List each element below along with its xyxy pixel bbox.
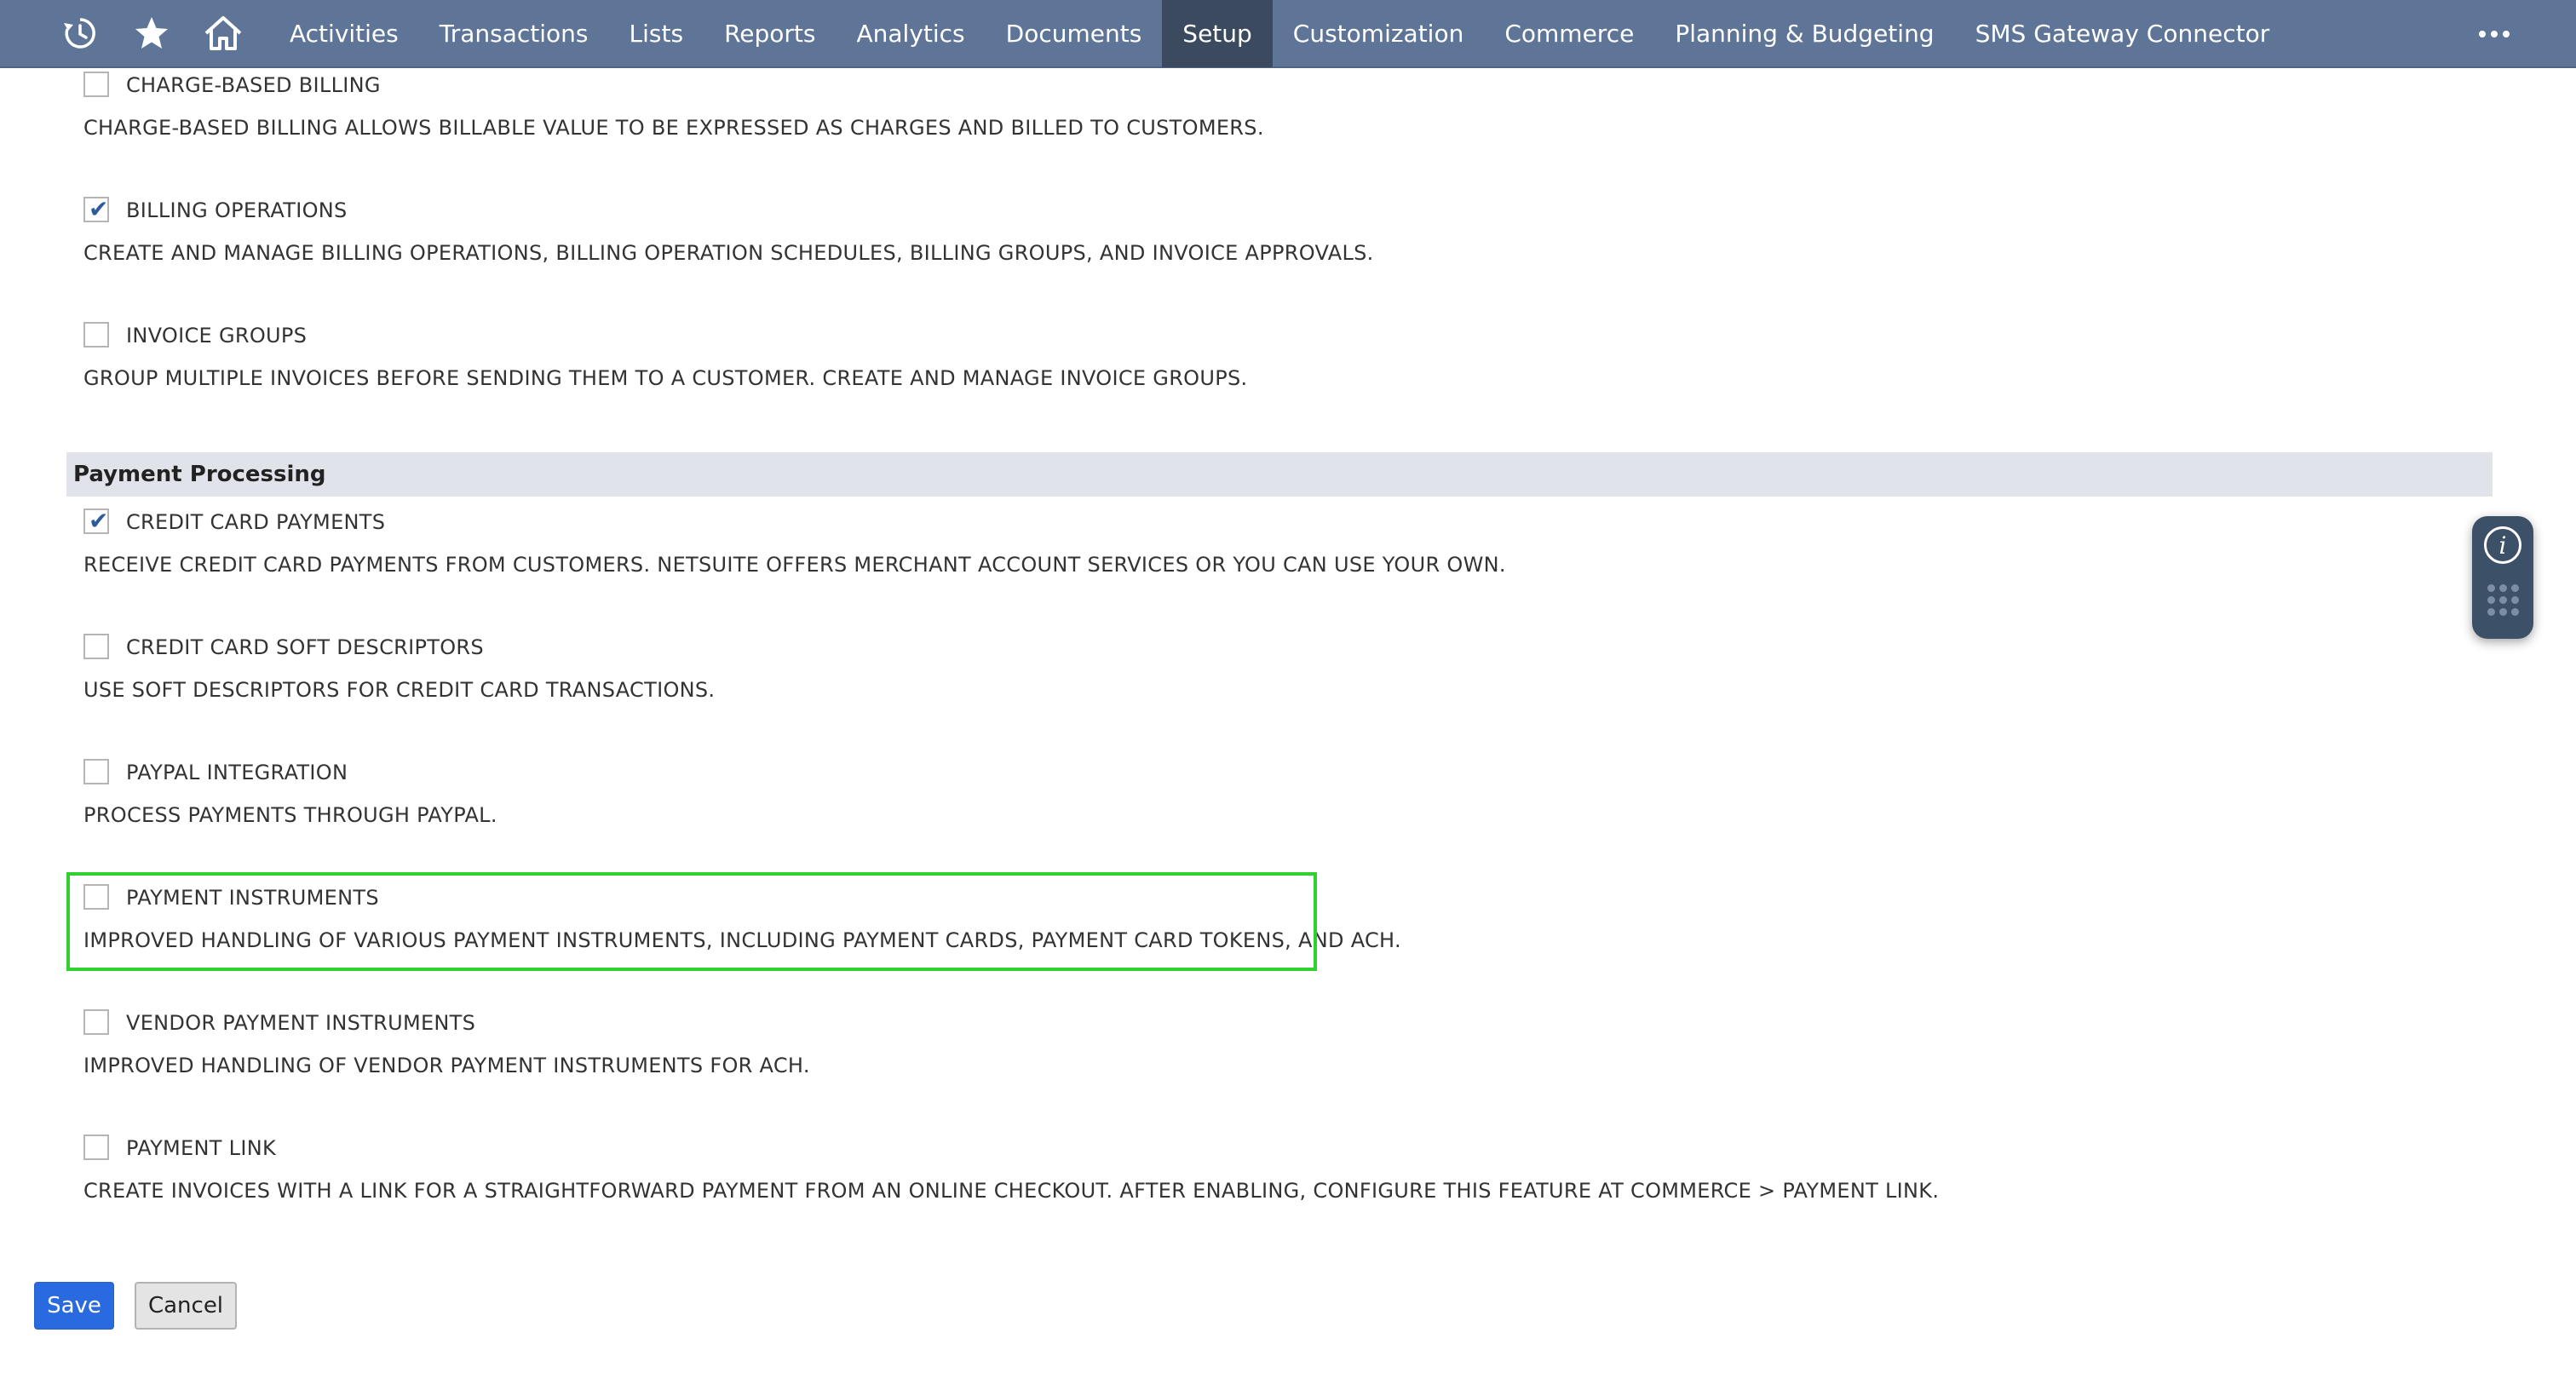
feature-payment-instruments: PAYMENT INSTRUMENTS IMPROVED HANDLING OF… (66, 884, 1401, 952)
drag-grip-icon[interactable] (2487, 584, 2521, 622)
section-header-payment-processing: Payment Processing (66, 452, 2493, 497)
save-button[interactable]: Save (34, 1282, 114, 1330)
feature-charge-based-billing: CHARGE-BASED BILLING CHARGE-BASED BILLIN… (66, 72, 1264, 140)
feature-label: PAYMENT INSTRUMENTS (126, 886, 379, 910)
checkbox-payment-instruments[interactable] (83, 884, 109, 910)
feature-label: VENDOR PAYMENT INSTRUMENTS (126, 1011, 476, 1035)
feature-label: CREDIT CARD SOFT DESCRIPTORS (126, 635, 484, 659)
floating-help-widget: i (2472, 516, 2533, 639)
feature-label: PAYPAL INTEGRATION (126, 761, 348, 784)
more-menu-icon[interactable] (2470, 0, 2518, 68)
checkbox-invoice-groups[interactable] (83, 322, 109, 348)
top-navigation-bar: Activities Transactions Lists Reports An… (0, 0, 2576, 68)
feature-description: USE SOFT DESCRIPTORS FOR CREDIT CARD TRA… (83, 678, 716, 702)
feature-credit-card-soft-descriptors: CREDIT CARD SOFT DESCRIPTORS USE SOFT DE… (66, 634, 715, 702)
checkbox-credit-card-soft-descriptors[interactable] (83, 634, 109, 659)
feature-invoice-groups: INVOICE GROUPS GROUP MULTIPLE INVOICES B… (66, 322, 1247, 390)
feature-label: CREDIT CARD PAYMENTS (126, 510, 386, 534)
tab-setup[interactable]: Setup (1162, 0, 1273, 67)
feature-billing-operations: ✔ BILLING OPERATIONS CREATE AND MANAGE B… (66, 197, 1374, 265)
checkmark-icon: ✔ (89, 507, 109, 535)
feature-description: PROCESS PAYMENTS THROUGH PAYPAL. (83, 803, 497, 827)
checkbox-paypal-integration[interactable] (83, 759, 109, 784)
tab-activities[interactable]: Activities (269, 0, 419, 67)
checkbox-charge-based-billing[interactable] (83, 72, 109, 97)
feature-description: IMPROVED HANDLING OF VENDOR PAYMENT INST… (83, 1054, 810, 1077)
tab-documents[interactable]: Documents (986, 0, 1163, 67)
feature-label: CHARGE-BASED BILLING (126, 73, 381, 97)
home-icon[interactable] (199, 0, 247, 67)
tab-sms-gateway-connector[interactable]: SMS Gateway Connector (1955, 0, 2291, 67)
checkbox-vendor-payment-instruments[interactable] (83, 1009, 109, 1035)
feature-description: CHARGE-BASED BILLING ALLOWS BILLABLE VAL… (83, 116, 1264, 140)
feature-credit-card-payments: ✔ CREDIT CARD PAYMENTS RECEIVE CREDIT CA… (66, 508, 1506, 577)
feature-label: BILLING OPERATIONS (126, 198, 348, 222)
checkbox-billing-operations[interactable]: ✔ (83, 197, 109, 222)
feature-label: PAYMENT LINK (126, 1136, 277, 1160)
info-icon[interactable]: i (2484, 526, 2521, 564)
tab-lists[interactable]: Lists (609, 0, 704, 67)
tab-commerce[interactable]: Commerce (1484, 0, 1654, 67)
feature-label: INVOICE GROUPS (126, 324, 308, 348)
feature-description: GROUP MULTIPLE INVOICES BEFORE SENDING T… (83, 366, 1248, 390)
tab-analytics[interactable]: Analytics (836, 0, 985, 67)
feature-payment-link: PAYMENT LINK CREATE INVOICES WITH A LINK… (66, 1135, 1939, 1203)
cancel-button[interactable]: Cancel (135, 1282, 237, 1330)
star-icon[interactable] (128, 0, 175, 67)
tab-reports[interactable]: Reports (704, 0, 836, 67)
feature-vendor-payment-instruments: VENDOR PAYMENT INSTRUMENTS IMPROVED HAND… (66, 1009, 810, 1077)
checkbox-credit-card-payments[interactable]: ✔ (83, 508, 109, 534)
tab-planning-budgeting[interactable]: Planning & Budgeting (1654, 0, 1954, 67)
tab-transactions[interactable]: Transactions (419, 0, 609, 67)
feature-description: RECEIVE CREDIT CARD PAYMENTS FROM CUSTOM… (83, 553, 1506, 577)
checkmark-icon: ✔ (89, 195, 109, 223)
feature-description: CREATE INVOICES WITH A LINK FOR A STRAIG… (83, 1179, 1940, 1203)
feature-description: IMPROVED HANDLING OF VARIOUS PAYMENT INS… (83, 928, 1401, 952)
tab-customization[interactable]: Customization (1273, 0, 1485, 67)
nav-tabs: Activities Transactions Lists Reports An… (269, 0, 2290, 67)
recent-history-icon[interactable] (56, 0, 104, 67)
feature-paypal-integration: PAYPAL INTEGRATION PROCESS PAYMENTS THRO… (66, 759, 497, 827)
checkbox-payment-link[interactable] (83, 1135, 109, 1160)
feature-description: CREATE AND MANAGE BILLING OPERATIONS, BI… (83, 241, 1374, 265)
